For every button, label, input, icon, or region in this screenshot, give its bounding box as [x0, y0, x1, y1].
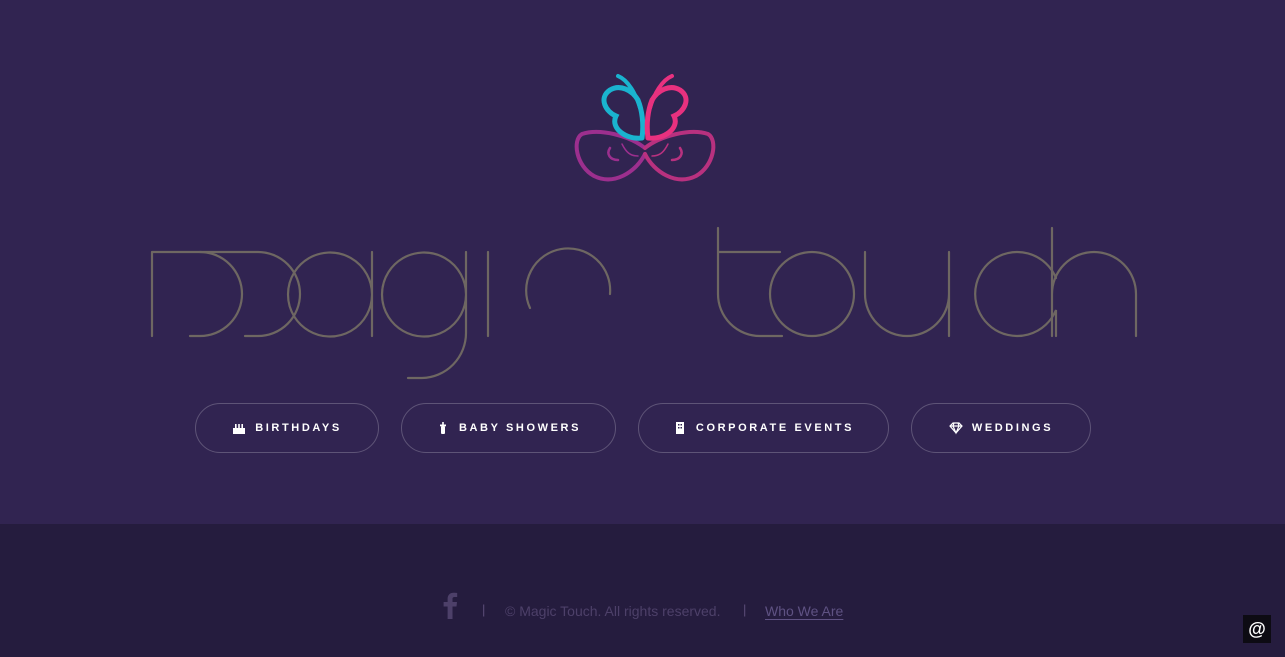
- nav-button-baby-showers[interactable]: BABY SHOWERS: [401, 403, 616, 453]
- nav-label: WEDDINGS: [971, 422, 1054, 434]
- hero-section: BIRTHDAYS BABY SHOWERS CORPORATE EVENTS …: [0, 0, 1285, 524]
- footer: [0, 524, 1285, 657]
- nav-button-birthdays[interactable]: BIRTHDAYS: [195, 403, 379, 453]
- nav-button-corporate-events[interactable]: CORPORATE EVENTS: [638, 403, 889, 453]
- category-nav: BIRTHDAYS BABY SHOWERS CORPORATE EVENTS …: [0, 403, 1285, 455]
- footer-separator: |: [482, 602, 486, 617]
- diamond-icon: [949, 421, 963, 435]
- baby-bottle-icon: [436, 421, 450, 435]
- building-icon: [673, 421, 687, 435]
- copyright-text: © Magic Touch. All rights reserved.: [505, 603, 721, 619]
- cake-icon: [232, 421, 246, 435]
- nav-button-weddings[interactable]: WEDDINGS: [911, 403, 1091, 453]
- who-we-are-link[interactable]: Who We Are: [765, 603, 843, 619]
- nav-label: BIRTHDAYS: [255, 422, 342, 434]
- footer-separator: |: [743, 602, 747, 617]
- nav-label: BABY SHOWERS: [458, 422, 582, 434]
- nav-label: CORPORATE EVENTS: [695, 422, 855, 434]
- contact-at-button[interactable]: @: [1243, 615, 1271, 643]
- magic-touch-wordmark: [150, 226, 1138, 380]
- facebook-icon[interactable]: [441, 591, 459, 619]
- butterfly-logo-icon: [574, 74, 716, 182]
